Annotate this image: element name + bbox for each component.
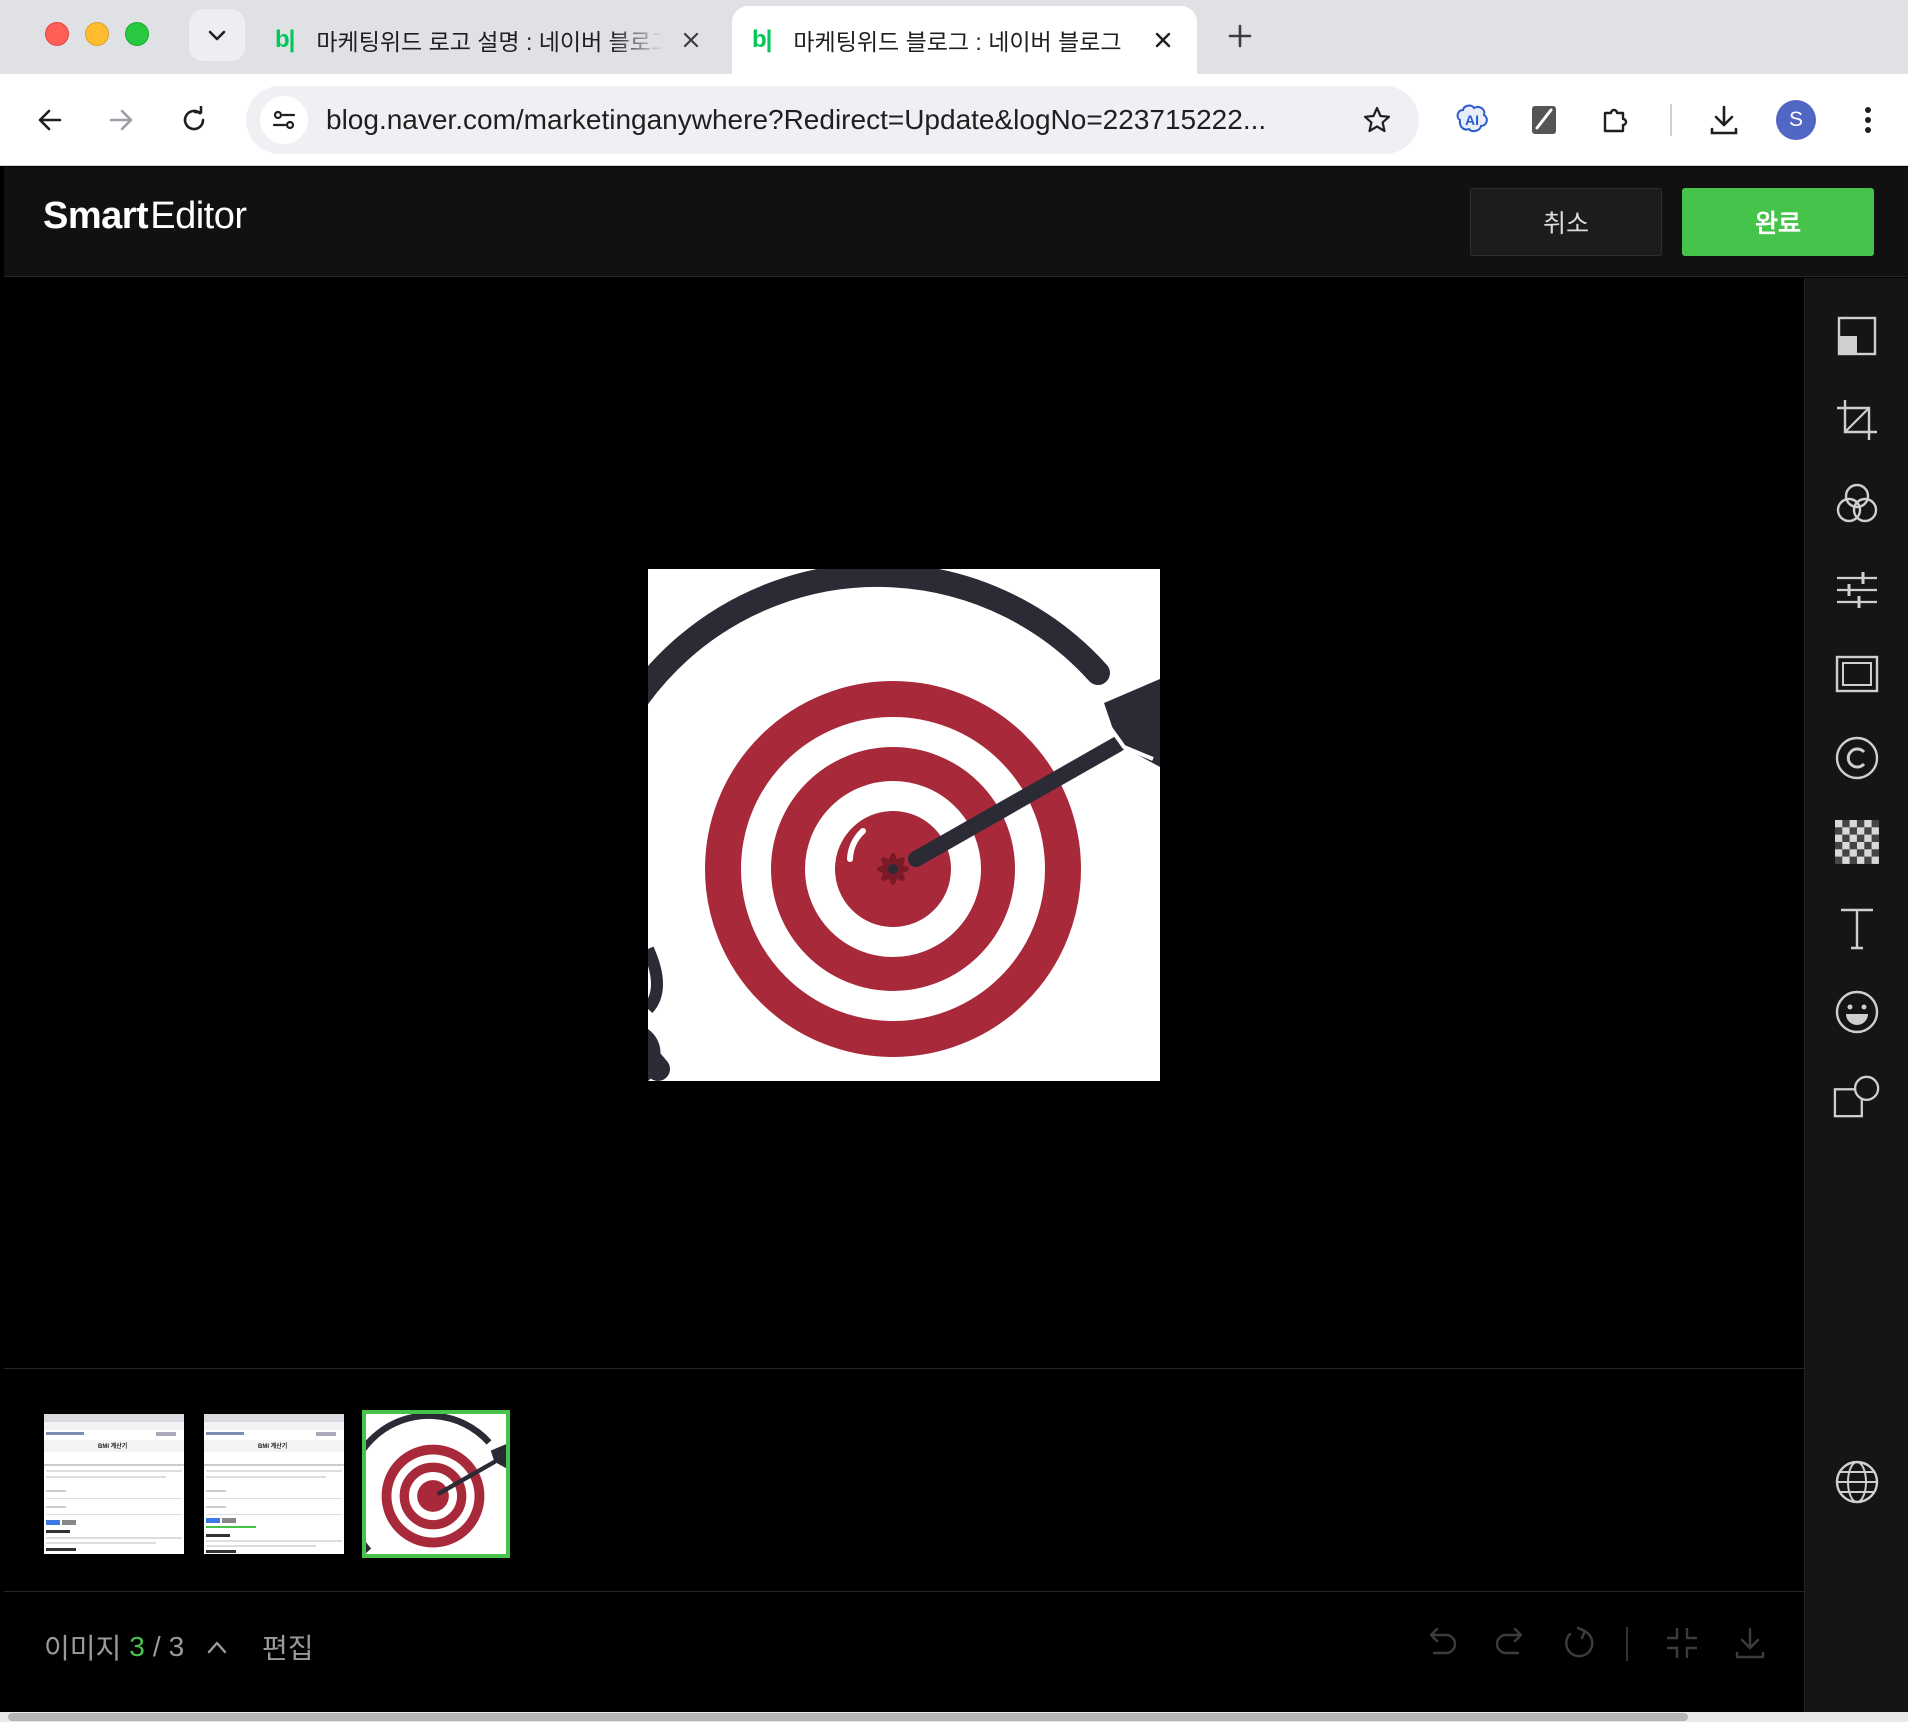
copyright-icon[interactable] xyxy=(1833,734,1881,782)
undo-icon xyxy=(1429,1627,1457,1655)
horizontal-scrollbar[interactable] xyxy=(0,1712,1908,1722)
close-icon[interactable] xyxy=(677,26,705,54)
smart-editor: SmartEditor 취소 완료 BMI 계산기 BMI 계산기 이미지 3 … xyxy=(4,167,1908,1722)
naver-blog-favicon-icon: b| xyxy=(275,26,295,53)
chevron-down-icon xyxy=(208,30,226,41)
window-zoom-button[interactable] xyxy=(125,22,149,46)
thumbnail-heading: BMI 계산기 xyxy=(258,1444,288,1450)
window-close-button[interactable] xyxy=(45,22,69,46)
smart-editor-logo: SmartEditor xyxy=(43,195,247,237)
tab-marketing-logo[interactable]: b| 마케팅위드 로고 설명 : 네이버 블로그 xyxy=(255,6,725,74)
new-tab-button[interactable] xyxy=(1222,18,1258,54)
pen-tool-icon xyxy=(1532,106,1556,134)
thumbnail-3-selected[interactable] xyxy=(362,1410,510,1558)
done-button[interactable]: 완료 xyxy=(1682,188,1874,256)
crop-icon[interactable] xyxy=(1833,396,1881,444)
image-canvas xyxy=(4,278,1804,1368)
shape-icon[interactable] xyxy=(1833,1072,1881,1120)
site-info-button[interactable] xyxy=(260,96,308,144)
browser-toolbar: blog.naver.com/marketinganywhere?Redirec… xyxy=(0,74,1908,166)
cancel-button[interactable]: 취소 xyxy=(1470,188,1662,256)
dartboard-target-icon xyxy=(366,1414,506,1554)
shrink-icon xyxy=(1667,1628,1697,1658)
dartboard-target-icon xyxy=(648,569,1160,1081)
sticker-icon[interactable] xyxy=(1833,988,1881,1036)
redo-button[interactable] xyxy=(1490,1623,1530,1663)
more-vertical-icon xyxy=(1865,107,1871,133)
window-minimize-button[interactable] xyxy=(85,22,109,46)
thumbnail-strip: BMI 계산기 BMI 계산기 xyxy=(4,1368,1804,1592)
tab-marketing-blog[interactable]: b| 마케팅위드 블로그 : 네이버 블로그 xyxy=(732,6,1197,74)
footer-divider xyxy=(1626,1627,1628,1661)
undo-button[interactable] xyxy=(1422,1623,1462,1663)
url-text[interactable]: blog.naver.com/marketinganywhere?Redirec… xyxy=(326,104,1355,136)
extensions-button[interactable] xyxy=(1592,96,1640,144)
mosaic-icon[interactable] xyxy=(1833,818,1881,866)
back-button[interactable] xyxy=(28,98,72,142)
download-icon xyxy=(1735,1627,1765,1659)
ai-extension-button[interactable]: AI xyxy=(1448,96,1496,144)
text-icon[interactable] xyxy=(1833,904,1881,952)
browser-tab-strip: b| 마케팅위드 로고 설명 : 네이버 블로그 b| 마케팅위드 블로그 : … xyxy=(0,0,1908,74)
reset-icon xyxy=(1565,1626,1594,1658)
image-counter-label: 이미지 xyxy=(44,1633,122,1664)
download-icon xyxy=(1710,105,1738,135)
reset-button[interactable] xyxy=(1558,1623,1598,1663)
forward-button[interactable] xyxy=(99,98,143,142)
redo-icon xyxy=(1495,1627,1523,1655)
reload-icon xyxy=(183,106,205,131)
plus-icon xyxy=(1228,24,1252,48)
image-counter-current: 3 xyxy=(129,1631,145,1662)
edit-mode-label[interactable]: 편집 xyxy=(262,1627,314,1667)
scrollbar-thumb[interactable] xyxy=(8,1713,1688,1721)
editing-tool-rail xyxy=(1804,278,1908,1722)
tab-title: 마케팅위드 로고 설명 : 네이버 블로그 xyxy=(316,29,663,55)
toolbar-divider xyxy=(1670,104,1672,136)
arrow-left-icon xyxy=(38,109,62,131)
arrow-right-icon xyxy=(109,109,133,131)
image-size-icon[interactable] xyxy=(1833,312,1881,360)
tune-icon xyxy=(272,110,296,130)
globe-icon[interactable] xyxy=(1833,1458,1881,1506)
bookmark-button[interactable] xyxy=(1355,98,1399,142)
image-counter-total: 3 xyxy=(168,1631,185,1662)
downloads-button[interactable] xyxy=(1700,96,1748,144)
target-image[interactable] xyxy=(648,569,1160,1081)
screenshot-thumbnail-icon xyxy=(204,1414,344,1554)
reload-button[interactable] xyxy=(172,98,216,142)
screenshot-thumbnail-icon xyxy=(44,1414,184,1554)
image-counter[interactable]: 이미지 3 / 3 xyxy=(44,1627,228,1667)
address-bar[interactable]: blog.naver.com/marketinganywhere?Redirec… xyxy=(246,86,1419,154)
exit-fullscreen-button[interactable] xyxy=(1662,1623,1702,1663)
close-icon[interactable] xyxy=(1149,26,1177,54)
naver-blog-favicon-icon: b| xyxy=(752,26,772,53)
tab-title: 마케팅위드 블로그 : 네이버 블로그 xyxy=(793,29,1122,55)
editor-header: SmartEditor 취소 완료 xyxy=(4,167,1908,277)
browser-menu-button[interactable] xyxy=(1853,100,1883,140)
thumbnail-2[interactable]: BMI 계산기 xyxy=(204,1414,344,1554)
pen-extension-button[interactable] xyxy=(1520,96,1568,144)
tab-search-button[interactable] xyxy=(189,9,245,61)
frame-icon[interactable] xyxy=(1833,650,1881,698)
adjust-sliders-icon[interactable] xyxy=(1833,566,1881,614)
chevron-up-icon[interactable] xyxy=(206,1639,228,1655)
puzzle-icon xyxy=(1603,108,1628,133)
profile-avatar[interactable]: S xyxy=(1776,100,1816,140)
download-image-button[interactable] xyxy=(1730,1623,1770,1663)
filter-icon[interactable] xyxy=(1833,480,1881,528)
star-icon xyxy=(1363,106,1391,133)
editor-footer: 이미지 3 / 3 편집 xyxy=(4,1593,1804,1693)
image-counter-separator: / xyxy=(152,1631,161,1662)
thumbnail-1[interactable]: BMI 계산기 xyxy=(44,1414,184,1554)
thumbnail-heading: BMI 계산기 xyxy=(98,1444,128,1450)
ai-extension-label: AI xyxy=(1465,112,1479,128)
